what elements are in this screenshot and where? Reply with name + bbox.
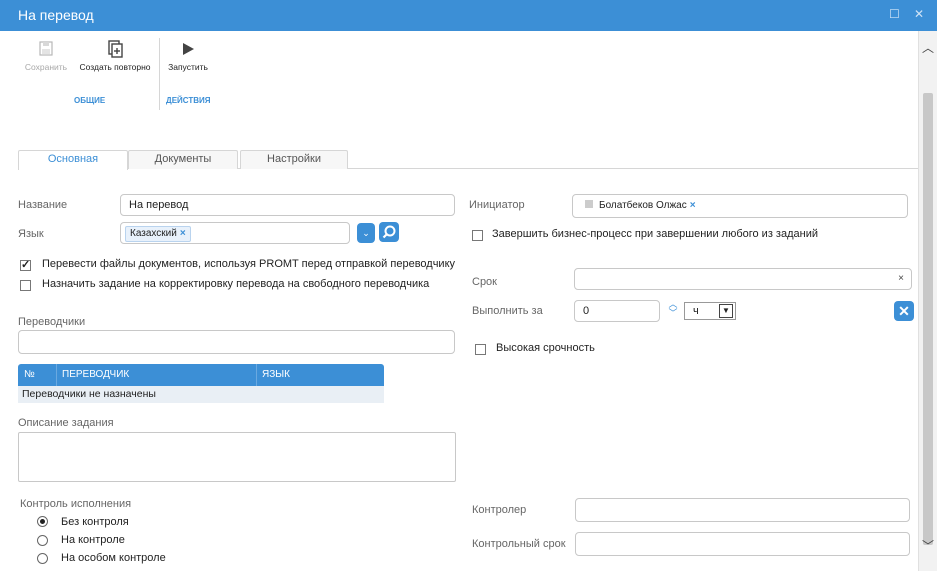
toolbar-separator [159, 38, 160, 110]
language-tag: Казахский × [125, 226, 191, 242]
execute-in-input[interactable]: 0 [574, 300, 660, 322]
vertical-scrollbar[interactable]: ︿ ﹀ [918, 31, 937, 571]
recreate-button[interactable]: Создать повторно [76, 38, 154, 72]
high-urgency-label: Высокая срочность [496, 342, 595, 354]
tab-documents[interactable]: Документы [128, 150, 238, 169]
control-on-label: На контроле [61, 534, 125, 546]
translators-label: Переводчики [18, 316, 86, 328]
translators-input[interactable] [18, 330, 455, 354]
initiator-tag: Болатбеков Олжас × [581, 199, 700, 215]
user-avatar-icon [585, 200, 593, 208]
deadline-label: Срок [472, 276, 497, 288]
save-icon [39, 41, 53, 56]
finish-process-label: Завершить бизнес-процесс при завершении … [492, 228, 818, 240]
name-input[interactable]: На перевод [120, 194, 455, 216]
clear-icon[interactable]: × [898, 269, 904, 289]
copy-document-icon [108, 40, 123, 58]
run-label: Запустить [168, 62, 208, 72]
initiator-tag-text: Болатбеков Олжас [599, 200, 687, 211]
play-icon [183, 43, 194, 55]
execute-in-stepper[interactable]: ︿ ﹀ [666, 300, 680, 320]
task-description-label: Описание задания [18, 417, 114, 429]
task-description-textarea[interactable] [18, 432, 456, 482]
tab-main[interactable]: Основная [18, 150, 128, 170]
translators-table-header: № ПЕРЕВОДЧИК ЯЗЫК [18, 364, 384, 386]
save-button[interactable]: Сохранить [20, 38, 72, 72]
finish-process-checkbox[interactable] [472, 230, 483, 241]
maximize-button[interactable]: ☐ [889, 7, 900, 21]
scroll-up-icon[interactable]: ︿ [922, 39, 934, 56]
high-urgency-checkbox[interactable] [475, 344, 486, 355]
control-label: Контроль исполнения [20, 498, 132, 510]
group-actions-label: ДЕЙСТВИЯ [166, 96, 211, 105]
remove-tag-icon[interactable]: × [690, 200, 696, 211]
control-special-radio[interactable] [37, 553, 48, 564]
control-none-label: Без контроля [61, 516, 129, 528]
unit-value: ч [693, 305, 699, 317]
name-label: Название [18, 199, 68, 211]
language-search-button[interactable] [379, 222, 399, 242]
initiator-input[interactable]: Болатбеков Олжас × [572, 194, 908, 218]
language-input[interactable]: Казахский × [120, 222, 350, 244]
translators-empty-row: Переводчики не назначены [18, 386, 384, 403]
controller-input[interactable] [575, 498, 910, 522]
window-titlebar: На перевод ☐ ✕ [0, 0, 937, 31]
initiator-label: Инициатор [469, 199, 525, 211]
tab-settings[interactable]: Настройки [240, 150, 348, 169]
chevron-down-icon: ▼ [719, 304, 733, 318]
col-number[interactable]: № [24, 369, 35, 380]
execute-in-value: 0 [583, 305, 590, 317]
translate-promt-checkbox[interactable] [20, 258, 31, 271]
chevron-down-icon[interactable]: ﹀ [668, 308, 677, 318]
group-general-label: ОБЩИЕ [74, 96, 106, 105]
recreate-label: Создать повторно [79, 62, 151, 72]
control-on-radio[interactable] [37, 535, 48, 546]
chevron-down-icon: ⌄ [362, 228, 370, 238]
control-deadline-label: Контрольный срок [472, 538, 566, 550]
col-separator [56, 364, 57, 386]
language-tag-text: Казахский [130, 228, 177, 239]
language-label: Язык [18, 228, 44, 240]
controller-label: Контролер [472, 504, 527, 516]
control-deadline-input[interactable] [575, 532, 910, 556]
run-button[interactable]: Запустить [164, 38, 212, 72]
remove-tag-icon[interactable]: × [180, 228, 186, 239]
col-translator[interactable]: ПЕРЕВОДЧИК [62, 369, 129, 380]
close-icon: ✕ [898, 303, 910, 319]
control-special-label: На особом контроле [61, 552, 166, 564]
close-button[interactable]: ✕ [914, 7, 924, 21]
assign-review-checkbox[interactable] [20, 280, 31, 291]
scroll-down-icon[interactable]: ﹀ [922, 537, 934, 554]
deadline-input[interactable]: × [574, 268, 912, 290]
window-title: На перевод [18, 7, 94, 23]
clear-execute-button[interactable]: ✕ [894, 301, 914, 321]
unit-select[interactable]: ч ▼ [684, 302, 736, 320]
search-icon [382, 225, 396, 239]
assign-review-label: Назначить задание на корректировку перев… [42, 278, 430, 290]
language-dropdown-button[interactable]: ⌄ [357, 223, 375, 243]
save-label: Сохранить [24, 62, 68, 72]
scrollbar-thumb[interactable] [923, 93, 933, 545]
name-value: На перевод [129, 199, 189, 211]
col-separator [256, 364, 257, 386]
control-none-radio[interactable] [37, 516, 48, 527]
execute-in-label: Выполнить за [472, 305, 543, 317]
col-language[interactable]: ЯЗЫК [262, 369, 290, 380]
translate-promt-label: Перевести файлы документов, используя PR… [42, 258, 456, 270]
